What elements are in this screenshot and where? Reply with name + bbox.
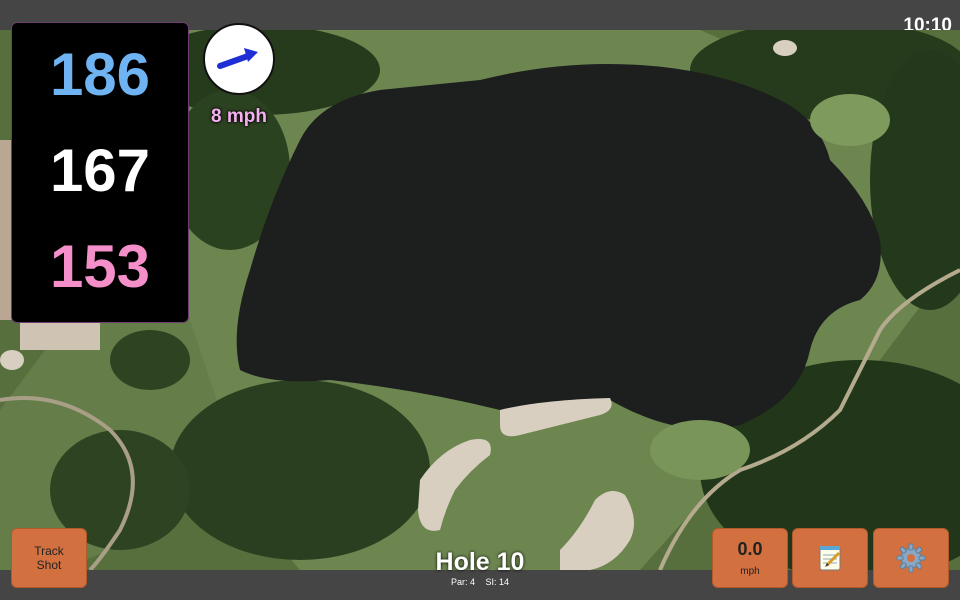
speed-button[interactable]: 0.0 mph	[712, 528, 788, 588]
gear-icon	[896, 543, 926, 573]
notepad-icon	[819, 546, 841, 571]
track-shot-label: Track Shot	[34, 544, 64, 572]
hole-par: Par: 4	[450, 577, 475, 587]
back-distance: 186	[49, 41, 151, 108]
wind-direction-dial	[203, 23, 275, 95]
track-shot-button[interactable]: Track Shot	[11, 528, 87, 588]
wind-speed-label: 8 mph	[211, 106, 267, 127]
hole-stroke-index: SI: 14	[485, 577, 510, 587]
notes-button[interactable]	[792, 528, 868, 588]
settings-button[interactable]	[873, 528, 949, 588]
hole-title: Hole 10	[435, 548, 525, 576]
wind-arrow-icon	[217, 48, 258, 69]
front-distance: 153	[49, 233, 151, 300]
distance-panel: 186 167 153	[11, 22, 189, 323]
middle-distance: 167	[49, 137, 151, 204]
speed-unit: mph	[740, 566, 760, 577]
hole-details: Par: 4 SI: 14	[380, 577, 580, 587]
speed-value: 0.0	[737, 539, 763, 559]
